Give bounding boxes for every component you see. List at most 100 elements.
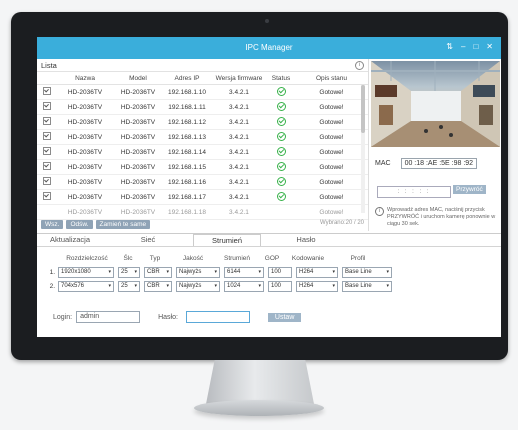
restore-note: i Wprowadź adres MAC, naciśnij przycisk … [375, 207, 499, 228]
webcam-dot [265, 19, 269, 23]
col-ip[interactable]: Adres IP [163, 72, 211, 85]
side-panel: MAC 00 :18 :AE :5E :98 :92 : : : : : Prz… [368, 59, 501, 231]
bitrate-select[interactable]: 6144 ▾ [224, 266, 264, 278]
fps-select[interactable]: 25 ▾ [118, 280, 140, 292]
row-checkbox[interactable] [43, 147, 51, 155]
cell-model: HD-2036TV [113, 84, 163, 100]
row-checkbox[interactable] [43, 87, 51, 95]
table-header-row: Nazwa Model Adres IP Wersja firmware Sta… [37, 72, 368, 85]
close-icon[interactable]: ✕ [486, 42, 493, 51]
set-button[interactable]: Ustaw [267, 312, 302, 322]
codec-select[interactable]: H264 ▾ [296, 266, 338, 278]
minimize-icon[interactable]: – [461, 42, 465, 51]
chevron-down-icon: ▾ [332, 268, 335, 275]
cell-firmware: 3.4.2.1 [211, 189, 267, 205]
hdr-quality: Jakość [182, 254, 204, 262]
gop-input[interactable]: 100 [268, 266, 292, 278]
cell-model: HD-2036TV [113, 159, 163, 175]
resolution-select[interactable]: 1920x1080 ▾ [58, 266, 114, 278]
gop-input[interactable]: 100 [268, 280, 292, 292]
password-input[interactable] [185, 311, 250, 323]
cell-ip: 192.168.1.16 [163, 174, 211, 190]
settings-icon[interactable]: ⇅ [446, 42, 453, 51]
col-description[interactable]: Opis stanu [295, 72, 368, 85]
list-scrollbar[interactable] [361, 85, 365, 213]
table-row[interactable]: HD-2036TV HD-2036TV 192.168.1.11 3.4.2.1 Got… [37, 99, 368, 115]
row-checkbox[interactable] [43, 177, 51, 185]
monitor-base [194, 400, 324, 416]
settings-tabs: Aktualizacja Sieć Strumień Hasło [37, 234, 501, 247]
stream-settings: Rozdzielczość Ślc Typ Jakość Strumień GO… [43, 251, 396, 293]
password-label: Hasło: [158, 313, 178, 321]
row-checkbox[interactable] [43, 162, 51, 170]
chevron-down-icon: ▾ [134, 282, 137, 289]
bitrate-select[interactable]: 1024 ▾ [224, 280, 264, 292]
cell-description: Gotowe! [295, 129, 368, 145]
col-firmware[interactable]: Wersja firmware [211, 72, 267, 85]
scrollbar-thumb[interactable] [361, 85, 365, 133]
cell-name: HD-2036TV [57, 144, 113, 160]
mac-address-input[interactable]: : : : : : [377, 186, 451, 198]
table-row[interactable]: HD-2036TV HD-2036TV 192.168.1.14 3.4.2.1 Got… [37, 144, 368, 160]
fps-select[interactable]: 25 ▾ [118, 266, 140, 278]
chevron-down-icon: ▾ [108, 282, 111, 289]
status-ok-icon [276, 131, 286, 141]
mac-label: MAC [375, 160, 391, 167]
selected-count: Wybrano:20 / 20 [320, 220, 364, 226]
resolution-select[interactable]: 704x576 ▾ [58, 280, 114, 292]
col-status[interactable]: Status [267, 72, 295, 85]
stream-number: 2. [49, 282, 55, 290]
status-ok-icon [276, 101, 286, 111]
table-row[interactable]: HD-2036TV HD-2036TV 192.168.1.10 3.4.2.1 Got… [37, 84, 368, 100]
col-name[interactable]: Nazwa [57, 72, 113, 85]
tab-password[interactable]: Hasło [273, 234, 339, 246]
cell-description: Gotowe! [295, 114, 368, 130]
row-checkbox[interactable] [43, 132, 51, 140]
table-row[interactable]: HD-2036TV HD-2036TV 192.168.1.16 3.4.2.1 Got… [37, 174, 368, 190]
maximize-icon[interactable]: □ [473, 42, 478, 51]
tab-network[interactable]: Sieć [115, 234, 181, 246]
row-checkbox[interactable] [43, 192, 51, 200]
info-icon[interactable]: i [355, 61, 364, 70]
login-input[interactable]: admin [76, 311, 141, 323]
status-ok-icon [276, 86, 286, 96]
restore-button[interactable]: Przywróć [453, 185, 486, 194]
quality-select[interactable]: Najwyżs ▾ [176, 266, 220, 278]
tab-stream[interactable]: Strumień [193, 234, 261, 246]
row-checkbox[interactable] [43, 102, 51, 110]
cell-model: HD-2036TV [113, 189, 163, 205]
cell-ip: 192.168.1.15 [163, 159, 211, 175]
col-select [37, 72, 57, 85]
table-row[interactable]: HD-2036TV HD-2036TV 192.168.1.17 3.4.2.1 Got… [37, 189, 368, 205]
codec-select[interactable]: H264 ▾ [296, 280, 338, 292]
login-label: Login: [53, 313, 73, 321]
search-button[interactable]: Wsz. [41, 219, 64, 229]
cell-ip: 192.168.1.17 [163, 189, 211, 205]
restore-note-text: Wprowadź adres MAC, naciśnij przycisk PR… [387, 207, 496, 227]
col-model[interactable]: Model [113, 72, 163, 85]
profile-select[interactable]: Base Line ▾ [342, 266, 392, 278]
quality-select[interactable]: Najwyżs ▾ [176, 280, 220, 292]
table-row[interactable]: HD-2036TV HD-2036TV 192.168.1.12 3.4.2.1 Got… [37, 114, 368, 130]
refresh-button[interactable]: Odśw. [66, 219, 93, 229]
row-checkbox[interactable] [43, 117, 51, 125]
tab-update[interactable]: Aktualizacja [37, 234, 103, 246]
cell-model: HD-2036TV [113, 144, 163, 160]
type-select[interactable]: CBR ▾ [144, 266, 172, 278]
profile-select[interactable]: Base Line ▾ [342, 280, 392, 292]
cell-ip: 192.168.1.14 [163, 144, 211, 160]
status-ok-icon [276, 116, 286, 126]
type-select[interactable]: CBR ▾ [144, 280, 172, 292]
list-label: Lista [41, 61, 57, 70]
hdr-gop: GOP [264, 254, 280, 262]
chevron-down-icon: ▾ [386, 282, 389, 289]
table-row[interactable]: HD-2036TV HD-2036TV 192.168.1.13 3.4.2.1 Got… [37, 129, 368, 145]
cell-firmware: 3.4.2.1 [211, 174, 267, 190]
cell-firmware: 3.4.2.1 [211, 129, 267, 145]
cell-firmware: 3.4.2.1 [211, 159, 267, 175]
table-row[interactable]: HD-2036TV HD-2036TV 192.168.1.15 3.4.2.1 Got… [37, 159, 368, 175]
cell-ip: 192.168.1.10 [163, 84, 211, 100]
replace-same-button[interactable]: Zamień te same [95, 219, 151, 229]
chevron-down-icon: ▾ [332, 282, 335, 289]
settings-panel: Aktualizacja Sieć Strumień Hasło Rozdzie… [37, 233, 501, 337]
